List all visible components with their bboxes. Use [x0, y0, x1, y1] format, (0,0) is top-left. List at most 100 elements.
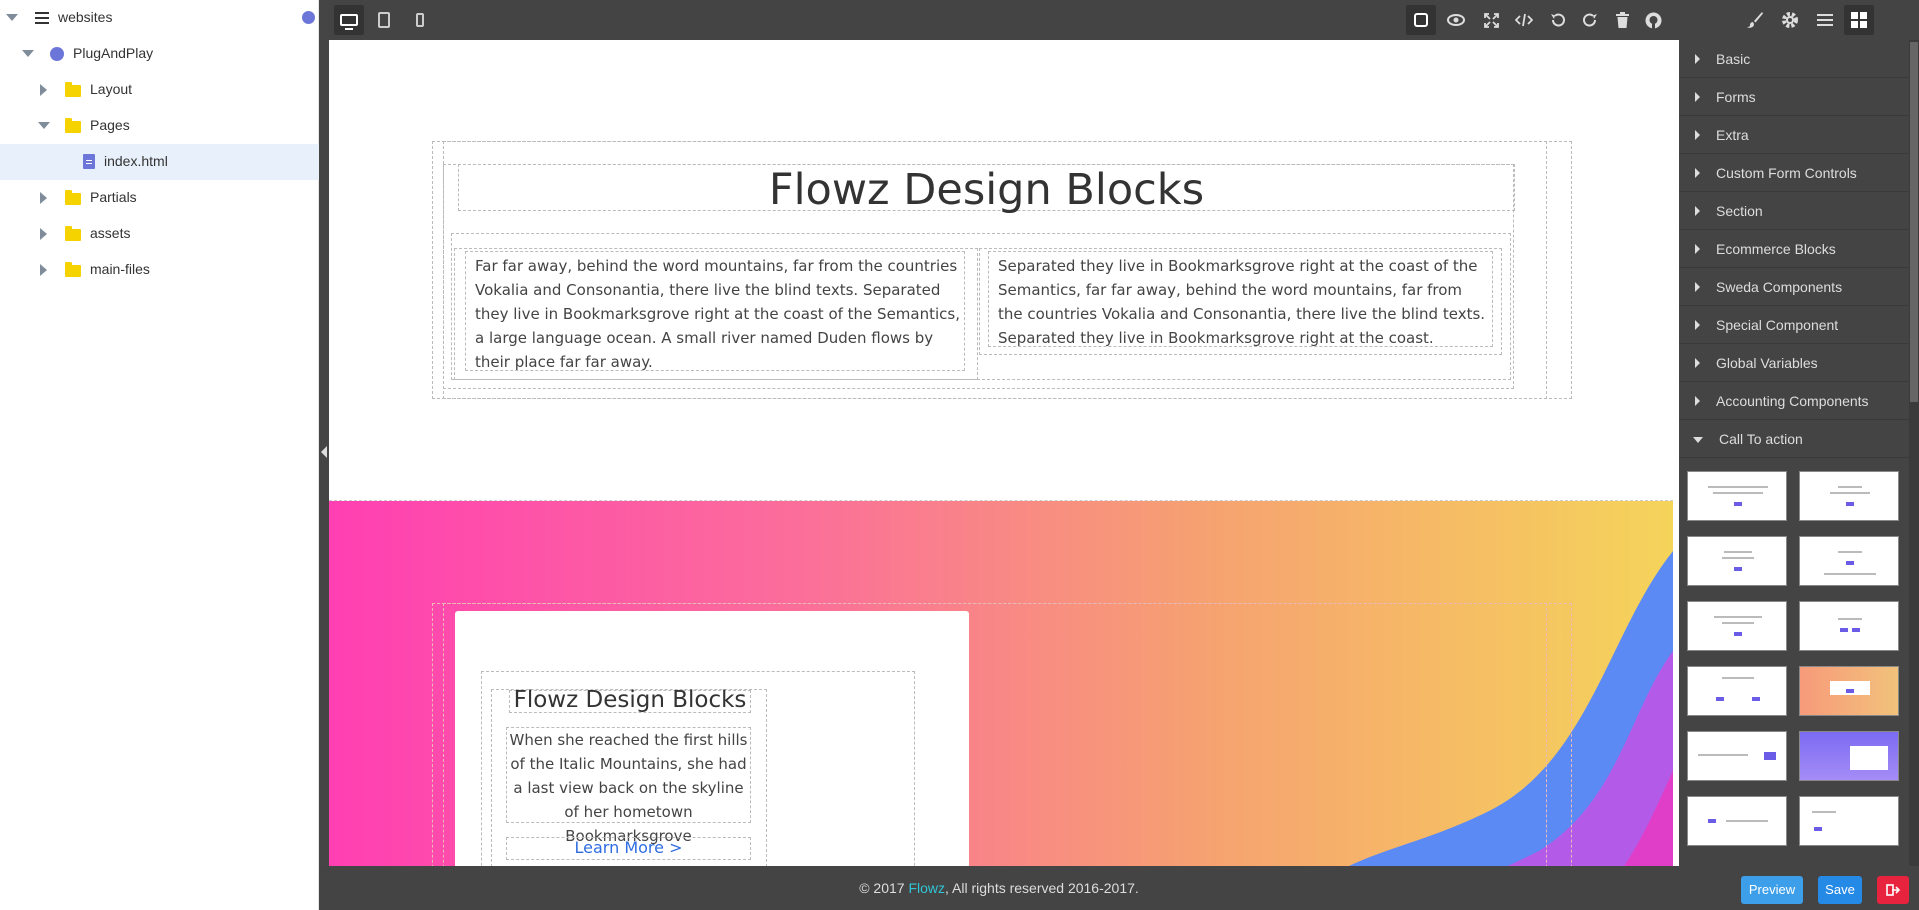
tree-item-index-html[interactable]: index.html [0, 144, 319, 180]
layer-manager-tab[interactable] [1810, 5, 1840, 35]
category-label: Accounting Components [1716, 393, 1869, 409]
block-thumbnail[interactable] [1799, 666, 1899, 716]
block-thumbnail[interactable] [1799, 601, 1899, 651]
category-label: Call To action [1719, 431, 1803, 447]
content-section[interactable]: Flowz Design Blocks Far far away, behind… [329, 40, 1673, 501]
copyright-suffix: , All rights reserved 2016-2017. [945, 880, 1139, 896]
card-text[interactable]: When she reached the first hills of the … [507, 728, 750, 848]
chevron-right-icon[interactable] [40, 228, 47, 240]
learn-more-link[interactable]: Learn More > [507, 838, 750, 857]
fullscreen-icon [1483, 12, 1499, 28]
preview-button[interactable]: Preview [1741, 876, 1803, 904]
caret-right-icon [1695, 320, 1700, 330]
copyright-prefix: © 2017 [859, 880, 909, 896]
card-title[interactable]: Flowz Design Blocks [510, 687, 750, 713]
device-mobile-button[interactable] [405, 5, 435, 35]
undo-button[interactable] [1543, 5, 1573, 35]
category-special-component[interactable]: Special Component [1679, 306, 1909, 344]
caret-right-icon [1695, 282, 1700, 292]
chevron-down-icon[interactable] [6, 14, 18, 21]
category-extra[interactable]: Extra [1679, 116, 1909, 154]
category-global-variables[interactable]: Global Variables [1679, 344, 1909, 382]
chevron-down-icon[interactable] [22, 50, 34, 57]
block-thumbnail[interactable] [1799, 471, 1899, 521]
block-thumbnail[interactable] [1687, 601, 1787, 651]
category-call-to-action[interactable]: Call To action [1679, 420, 1909, 458]
paragraph-right[interactable]: Separated they live in Bookmarksgrove ri… [998, 254, 1486, 350]
tree-item-plugandplay[interactable]: PlugAndPlay [0, 36, 319, 72]
save-button[interactable]: Save [1818, 876, 1862, 904]
paint-brush-icon [1747, 12, 1763, 28]
blocks-tab[interactable] [1844, 5, 1874, 35]
chevron-right-icon[interactable] [40, 264, 47, 276]
tree-collapse-strip[interactable] [319, 0, 329, 910]
redo-button[interactable] [1575, 5, 1605, 35]
chevron-right-icon[interactable] [40, 84, 47, 96]
blocks-icon [1851, 12, 1867, 28]
folder-icon [65, 262, 81, 277]
redo-icon [1583, 13, 1597, 27]
fullscreen-button[interactable] [1476, 5, 1506, 35]
category-accounting-components[interactable]: Accounting Components [1679, 382, 1909, 420]
caret-right-icon [1695, 244, 1700, 254]
block-thumbnail[interactable] [1799, 731, 1899, 781]
text-block-right[interactable]: Separated they live in Bookmarksgrove ri… [988, 251, 1493, 347]
block-thumbnail[interactable] [1687, 471, 1787, 521]
design-canvas[interactable]: Flowz Design Blocks Far far away, behind… [329, 40, 1673, 866]
category-basic[interactable]: Basic [1679, 40, 1909, 78]
style-manager-tab[interactable] [1740, 5, 1770, 35]
device-tablet-button[interactable] [369, 5, 399, 35]
tree-item-partials[interactable]: Partials [0, 180, 319, 216]
chevron-right-icon[interactable] [40, 192, 47, 204]
heading-wrapper[interactable]: Flowz Design Blocks [458, 164, 1515, 215]
card-text-wrapper[interactable]: When she reached the first hills of the … [506, 727, 751, 845]
category-section[interactable]: Section [1679, 192, 1909, 230]
tree-root-websites[interactable]: websites [0, 0, 319, 36]
globe-icon[interactable] [302, 11, 315, 24]
github-icon [1645, 12, 1661, 29]
exit-button[interactable] [1877, 876, 1909, 904]
chevron-down-icon[interactable] [38, 122, 50, 129]
panel-tabs [1679, 0, 1919, 40]
tree-item-main-files[interactable]: main-files [0, 252, 319, 288]
editor-app: websites PlugAndPlay Layout Pages index.… [0, 0, 1919, 910]
cta-card[interactable]: Flowz Design Blocks When she reached the… [455, 611, 969, 866]
code-view-button[interactable] [1509, 5, 1539, 35]
preview-button[interactable] [1441, 5, 1471, 35]
category-sweda-components[interactable]: Sweda Components [1679, 268, 1909, 306]
call-to-action-section[interactable]: Flowz Design Blocks When she reached the… [329, 501, 1673, 866]
clear-canvas-button[interactable] [1607, 5, 1637, 35]
scrollbar-thumb[interactable] [1910, 42, 1918, 402]
category-ecommerce-blocks[interactable]: Ecommerce Blocks [1679, 230, 1909, 268]
card-title-wrapper[interactable]: Flowz Design Blocks [509, 687, 751, 713]
tree-item-assets[interactable]: assets [0, 216, 319, 252]
category-custom-form-controls[interactable]: Custom Form Controls [1679, 154, 1909, 192]
github-button[interactable] [1638, 5, 1668, 35]
block-thumbnail[interactable] [1687, 666, 1787, 716]
settings-tab[interactable] [1775, 5, 1805, 35]
sw-visibility-button[interactable] [1406, 5, 1436, 35]
panel-scrollbar[interactable] [1909, 40, 1919, 866]
caret-right-icon [1695, 54, 1700, 64]
block-thumbnail[interactable] [1687, 796, 1787, 846]
square-icon [1414, 13, 1428, 27]
tree-item-layout[interactable]: Layout [0, 72, 319, 108]
copyright-text: © 2017 Flowz, All rights reserved 2016-2… [319, 866, 1679, 910]
category-label: Global Variables [1716, 355, 1818, 371]
tree-item-pages[interactable]: Pages [0, 108, 319, 144]
caret-right-icon [1695, 92, 1700, 102]
block-thumbnail[interactable] [1687, 731, 1787, 781]
device-desktop-button[interactable] [334, 5, 364, 35]
category-forms[interactable]: Forms [1679, 78, 1909, 116]
tree-label: Layout [90, 81, 133, 97]
paragraph-left[interactable]: Far far away, behind the word mountains,… [475, 254, 961, 374]
block-thumbnail[interactable] [1799, 796, 1899, 846]
page-heading[interactable]: Flowz Design Blocks [459, 165, 1514, 215]
caret-down-icon [1693, 437, 1703, 443]
block-thumbnail[interactable] [1687, 536, 1787, 586]
block-thumbnail[interactable] [1799, 536, 1899, 586]
brand-link[interactable]: Flowz [908, 880, 945, 896]
card-link-wrapper[interactable]: Learn More > [506, 837, 751, 860]
text-block-left[interactable]: Far far away, behind the word mountains,… [465, 251, 965, 371]
chevron-left-icon[interactable] [321, 446, 327, 458]
